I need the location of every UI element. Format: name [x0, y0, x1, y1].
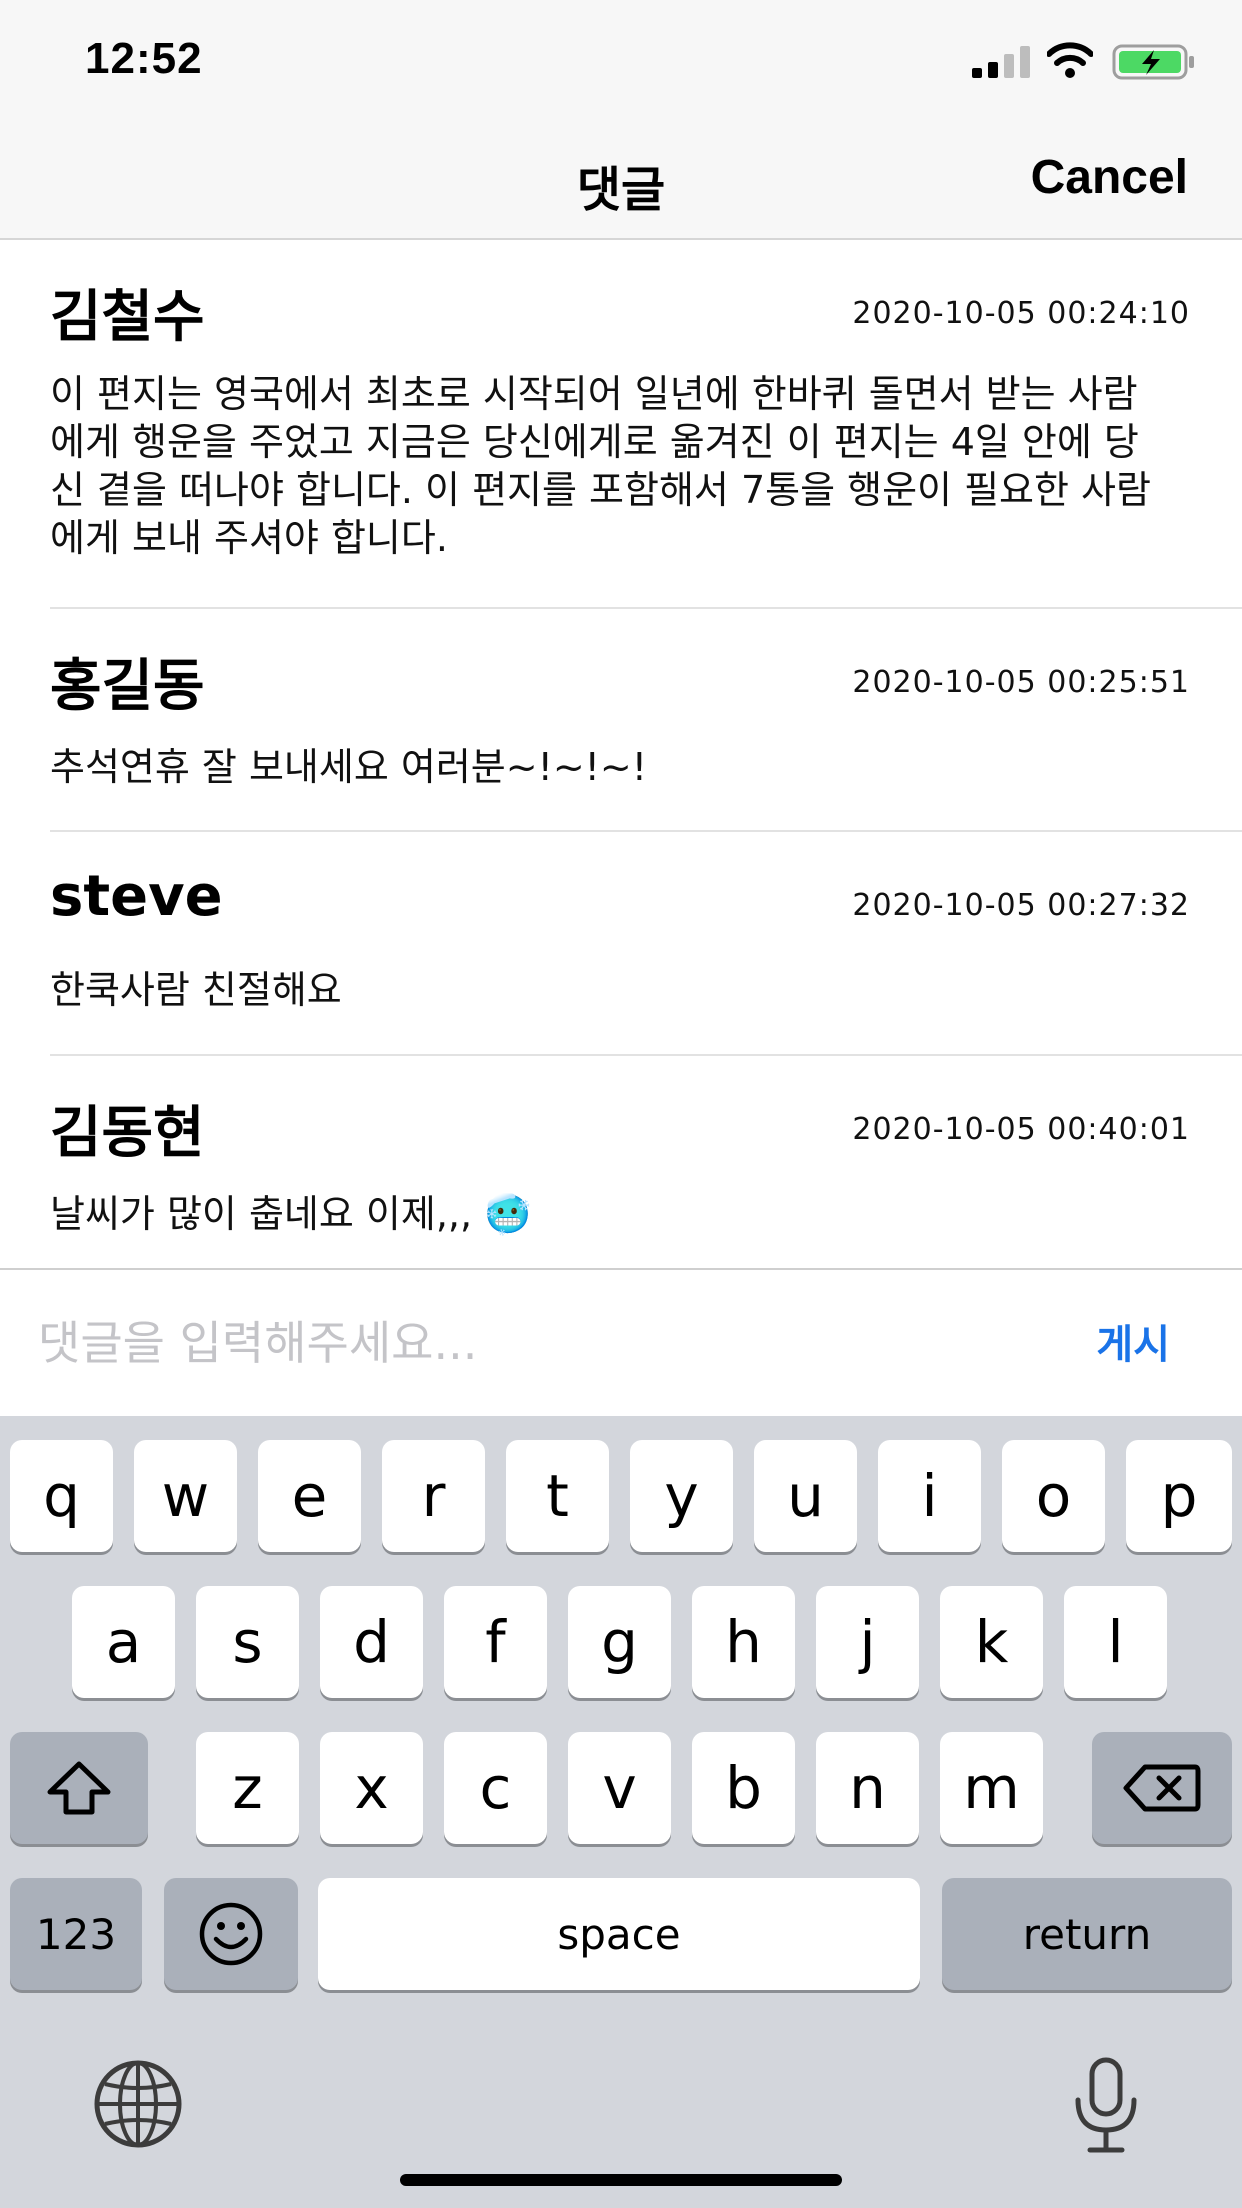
key-t[interactable]: t: [506, 1440, 609, 1552]
comment-item: 홍길동 2020-10-05 00:25:51 추석연휴 잘 보내세요 여러분~…: [50, 609, 1242, 832]
key-i[interactable]: i: [878, 1440, 981, 1552]
navigation-bar: 댓글 Cancel: [0, 120, 1242, 240]
delete-icon: [1123, 1764, 1201, 1812]
delete-key[interactable]: [1092, 1732, 1232, 1844]
wifi-icon: [1047, 42, 1093, 78]
microphone-icon[interactable]: [1068, 2056, 1144, 2156]
key-y[interactable]: y: [630, 1440, 733, 1552]
status-time: 12:52: [85, 34, 203, 83]
key-j[interactable]: j: [816, 1586, 919, 1698]
key-c[interactable]: c: [444, 1732, 547, 1844]
return-key[interactable]: return: [942, 1878, 1232, 1990]
key-w[interactable]: w: [134, 1440, 237, 1552]
comment-item: 김동현 2020-10-05 00:40:01 날씨가 많이 춥네요 이제,,,…: [50, 1056, 1242, 1268]
comment-text: 한쿡사람 친절해요: [50, 968, 342, 1012]
shift-key[interactable]: [10, 1732, 148, 1844]
battery-charging-icon: [1112, 44, 1194, 80]
key-n[interactable]: n: [816, 1732, 919, 1844]
key-s[interactable]: s: [196, 1586, 299, 1698]
comment-text: 날씨가 많이 춥네요 이제,,, 🥶: [50, 1192, 532, 1236]
comment-author: 홍길동: [50, 654, 205, 719]
key-d[interactable]: d: [320, 1586, 423, 1698]
post-button[interactable]: 게시: [1096, 1312, 1170, 1370]
key-p[interactable]: p: [1126, 1440, 1232, 1552]
key-b[interactable]: b: [692, 1732, 795, 1844]
status-bar: 12:52: [0, 0, 1242, 120]
key-g[interactable]: g: [568, 1586, 671, 1698]
key-z[interactable]: z: [196, 1732, 299, 1844]
comment-timestamp: 2020-10-05 00:25:51: [852, 665, 1190, 700]
key-r[interactable]: r: [382, 1440, 485, 1552]
comment-timestamp: 2020-10-05 00:40:01: [852, 1112, 1190, 1147]
comment-author: steve: [50, 864, 223, 929]
key-f[interactable]: f: [444, 1586, 547, 1698]
globe-icon[interactable]: [92, 2058, 184, 2150]
shift-icon: [47, 1761, 111, 1815]
emoji-icon: [199, 1902, 263, 1966]
comment-input-bar: 게시: [0, 1268, 1242, 1416]
cancel-button[interactable]: Cancel: [1031, 150, 1188, 205]
comment-list[interactable]: 김철수 2020-10-05 00:24:10 이 편지는 영국에서 최초로 시…: [0, 240, 1242, 1268]
key-o[interactable]: o: [1002, 1440, 1105, 1552]
key-k[interactable]: k: [940, 1586, 1043, 1698]
key-q[interactable]: q: [10, 1440, 113, 1552]
comment-input[interactable]: [36, 1300, 1000, 1386]
key-v[interactable]: v: [568, 1732, 671, 1844]
key-e[interactable]: e: [258, 1440, 361, 1552]
key-x[interactable]: x: [320, 1732, 423, 1844]
key-l[interactable]: l: [1064, 1586, 1167, 1698]
cellular-signal-icon: [972, 46, 1030, 78]
key-a[interactable]: a: [72, 1586, 175, 1698]
comment-item: 김철수 2020-10-05 00:24:10 이 편지는 영국에서 최초로 시…: [50, 240, 1242, 609]
keyboard: q w e r t y u i o p a s d f g h j k l z …: [0, 1416, 1242, 2208]
comment-item: steve 2020-10-05 00:27:32 한쿡사람 친절해요: [50, 832, 1242, 1056]
key-h[interactable]: h: [692, 1586, 795, 1698]
comment-text: 추석연휴 잘 보내세요 여러분~!~!~!: [50, 745, 647, 789]
comment-text: 이 편지는 영국에서 최초로 시작되어 일년에 한바퀴 돌면서 받는 사람에게 …: [50, 372, 1151, 560]
emoji-key[interactable]: [164, 1878, 298, 1990]
home-indicator[interactable]: [400, 2174, 842, 2186]
space-key[interactable]: space: [318, 1878, 920, 1990]
numbers-key[interactable]: 123: [10, 1878, 142, 1990]
comment-timestamp: 2020-10-05 00:24:10: [852, 296, 1190, 331]
comment-author: 김동현: [50, 1101, 205, 1166]
comment-author: 김철수: [50, 285, 205, 350]
key-m[interactable]: m: [940, 1732, 1043, 1844]
key-u[interactable]: u: [754, 1440, 857, 1552]
comment-timestamp: 2020-10-05 00:27:32: [852, 888, 1190, 923]
